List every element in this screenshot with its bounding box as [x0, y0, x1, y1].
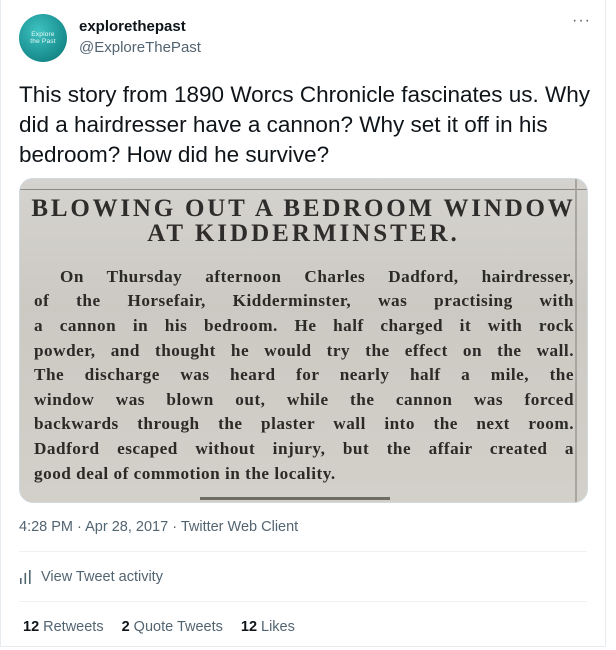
analytics-icon [20, 570, 31, 584]
clipping-body-line: On Thursday afternoon Charles Dadford, h… [60, 267, 574, 286]
tweet-media-image[interactable]: BLOWING OUT A BEDROOM WINDOW AT KIDDERMI… [19, 178, 588, 503]
clipping-top-rule [20, 189, 587, 190]
view-tweet-activity-label: View Tweet activity [41, 569, 163, 585]
clipping-body-line: Dadford escaped without injury, but the … [34, 439, 574, 458]
tweet-card: Explore the Past explorethepast @Explore… [0, 0, 606, 647]
meta-separator: · [77, 519, 82, 535]
clipping-body-line: good deal of commotion in the locality. [34, 464, 336, 483]
clipping-body-line: of the Horsefair, Kidderminster, was pra… [34, 291, 574, 310]
likes-label: Likes [261, 619, 295, 635]
quote-tweets-label: Quote Tweets [133, 619, 223, 635]
tweet-meta: 4:28 PM · Apr 28, 2017 · Twitter Web Cli… [19, 519, 298, 535]
tweet-date: Apr 28, 2017 [85, 519, 169, 535]
meta-separator: · [172, 519, 178, 535]
quote-tweets-count: 2 [121, 619, 130, 635]
clipping-headline-line1: BLOWING OUT A BEDROOM WINDOW [31, 195, 576, 222]
avatar[interactable]: Explore the Past [19, 14, 67, 62]
tweet-stats: 12 Retweets 2 Quote Tweets 12 Likes [23, 619, 313, 635]
more-options-icon[interactable]: ··· [572, 12, 591, 30]
clipping-bottom-rule [200, 497, 390, 500]
avatar-text-line1: Explore [31, 31, 55, 38]
clipping-headline-line2: AT KIDDERMINSTER. [147, 220, 460, 247]
retweets-stat[interactable]: 12 Retweets [23, 619, 104, 635]
clipping-body-line: powder, and thought he would try the eff… [34, 341, 574, 360]
tweet-time-link[interactable]: 4:28 PM · Apr 28, 2017 [19, 519, 168, 535]
clipping-body-line: backwards through the plaster wall into … [34, 414, 574, 433]
likes-stat[interactable]: 12 Likes [241, 619, 295, 635]
retweets-label: Retweets [43, 619, 104, 635]
avatar-text-line2: the Past [30, 38, 56, 45]
quote-tweets-stat[interactable]: 2 Quote Tweets [122, 619, 223, 635]
clipping-body-line: window was blown out, while the cannon w… [34, 390, 574, 409]
retweets-count: 12 [23, 619, 40, 635]
tweet-client-link[interactable]: Twitter Web Client [181, 519, 298, 535]
likes-count: 12 [240, 619, 258, 635]
tweet-time: 4:28 PM [19, 519, 73, 535]
divider [19, 601, 587, 602]
author-display-name[interactable]: explorethepast [79, 18, 186, 35]
divider [19, 551, 587, 552]
clipping-body-line: The discharge was heard for nearly half … [34, 365, 574, 384]
author-handle[interactable]: @ExploreThePast [79, 39, 201, 56]
tweet-text: This story from 1890 Worcs Chronicle fas… [19, 82, 591, 167]
clipping-body-line: a cannon in his bedroom. He half charged… [34, 316, 574, 335]
view-tweet-activity-button[interactable]: View Tweet activity [19, 569, 163, 585]
